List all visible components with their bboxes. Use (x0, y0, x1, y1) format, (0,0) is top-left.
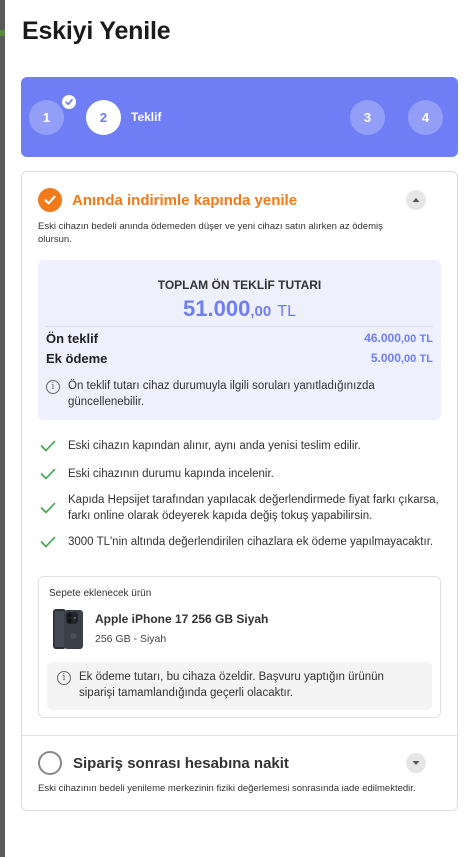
option-cash-after-order[interactable]: Sipariş sonrası hesabına nakit (38, 751, 289, 775)
option-1-description: Eski cihazın bedeli anında ödemeden düşe… (38, 221, 383, 245)
product-variant: 256 GB - Siyah (95, 633, 167, 645)
feature-text: Eski cihazın kapından alınır, aynı anda … (68, 440, 361, 452)
product-info-note: i Ek ödeme tutarı, bu cihaza özeldir. Ba… (47, 662, 432, 710)
feature-text: Kapıda Hepsijet tarafından yapılacak değ… (68, 494, 439, 522)
offer-row-pre-offer: Ön teklif 46.000,00 TL (46, 331, 433, 346)
left-edge-accent (0, 30, 5, 36)
step-1[interactable]: 1 (29, 100, 64, 135)
left-edge-bar (0, 0, 5, 857)
step-1-check-icon (62, 95, 76, 109)
option-1-title: Anında indirimle kapında yenile (72, 191, 298, 209)
feature-item: Kapıda Hepsijet tarafından yapılacak değ… (40, 492, 440, 524)
radio-selected-check-icon[interactable] (38, 188, 62, 212)
offer-info-note: i Ön teklif tutarı cihaz durumuyla ilgil… (46, 378, 431, 410)
offer-total-amount: 51.000,00 TL (38, 296, 441, 322)
offer-total-integer: 51.000 (183, 296, 251, 321)
offer-note-text: Ön teklif tutarı cihaz durumuyla ilgili … (68, 380, 375, 408)
chevron-up-icon[interactable] (406, 190, 426, 210)
feature-item: Eski cihazın kapından alınır, aynı anda … (40, 438, 440, 454)
chevron-down-icon[interactable] (406, 753, 426, 773)
option-instant-discount[interactable]: Anında indirimle kapında yenile (38, 188, 297, 212)
offer-divider (46, 326, 433, 327)
radio-unselected[interactable] (38, 751, 62, 775)
check-icon (40, 536, 56, 548)
check-icon (40, 440, 56, 452)
info-icon: i (57, 671, 71, 685)
product-name: Apple iPhone 17 256 GB Siyah (95, 612, 269, 626)
product-card: Sepete eklenecek ürün Apple iPhone 17 25… (38, 576, 441, 718)
check-icon (40, 468, 56, 480)
option-2-title: Sipariş sonrası hesabına nakit (73, 754, 289, 772)
option-separator (22, 735, 457, 736)
offer-total-decimal: ,00 (250, 303, 272, 320)
feature-text: Eski cihazının durumu kapında incelenir. (68, 468, 274, 480)
pre-offer-label: Ön teklif (46, 331, 99, 346)
product-note-text: Ek ödeme tutarı, bu cihaza özeldir. Başv… (79, 671, 384, 699)
feature-item: 3000 TL'nin altında değerlendirilen ciha… (40, 534, 440, 550)
extra-payment-label: Ek ödeme (46, 351, 108, 366)
progress-stepper: 1 2 Teklif 3 4 (21, 77, 458, 157)
feature-item: Eski cihazının durumu kapında incelenir. (40, 466, 440, 482)
info-icon: i (46, 380, 60, 394)
feature-text: 3000 TL'nin altında değerlendirilen ciha… (68, 536, 434, 548)
offer-summary: TOPLAM ÖN TEKLİF TUTARI 51.000,00 TL Ön … (38, 260, 441, 420)
option-2-description: Eski cihazının bedeli yenileme merkezini… (38, 783, 416, 794)
step-4: 4 (408, 100, 443, 135)
extra-payment-value: 5.000,00 TL (370, 351, 433, 365)
step-3: 3 (350, 100, 385, 135)
offer-total-label: TOPLAM ÖN TEKLİF TUTARI (157, 278, 322, 292)
options-card: Anında indirimle kapında yenile Eski cih… (21, 171, 458, 811)
product-image (53, 609, 83, 649)
page-title: Eskiyi Yenile (22, 17, 171, 45)
step-2-label: Teklif (131, 110, 162, 124)
check-icon (40, 502, 56, 514)
offer-row-extra-payment: Ek ödeme 5.000,00 TL (46, 351, 433, 366)
pre-offer-value: 46.000,00 TL (364, 331, 433, 345)
step-2: 2 (86, 100, 121, 135)
offer-total-currency: TL (277, 303, 296, 320)
product-card-label: Sepete eklenecek ürün (49, 588, 152, 599)
